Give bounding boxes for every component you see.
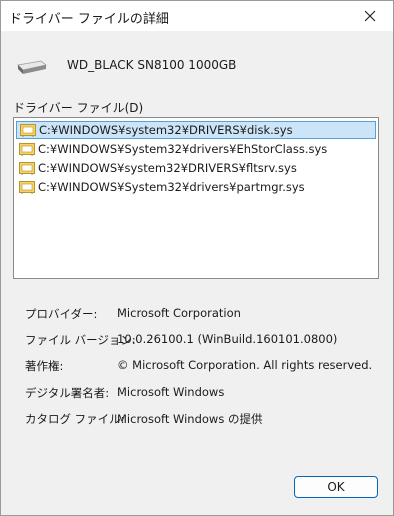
driver-file-icon [19, 143, 35, 156]
property-value: Microsoft Corporation [117, 306, 241, 320]
property-value: Microsoft Windows [117, 385, 225, 399]
driver-file-details-dialog: ドライバー ファイルの詳細 WD_BLACK SN8100 1000GB ドライ… [0, 0, 394, 516]
property-value: © Microsoft Corporation. All rights rese… [117, 358, 373, 372]
property-value: 10.0.26100.1 (WinBuild.160101.0800) [117, 332, 338, 346]
list-item[interactable]: C:¥WINDOWS¥system32¥DRIVERS¥disk.sys [16, 121, 376, 139]
device-name: WD_BLACK SN8100 1000GB [67, 58, 237, 72]
drive-icon [17, 60, 47, 74]
file-path: C:¥WINDOWS¥System32¥drivers¥partmgr.sys [38, 180, 305, 194]
title-bar: ドライバー ファイルの詳細 [1, 1, 393, 31]
list-item[interactable]: C:¥WINDOWS¥System32¥drivers¥partmgr.sys [16, 178, 376, 196]
property-label: 著作権: [25, 359, 64, 373]
close-icon [364, 10, 376, 22]
driver-files-list[interactable]: C:¥WINDOWS¥system32¥DRIVERS¥disk.sys C:¥… [13, 117, 379, 279]
file-path: C:¥WINDOWS¥system32¥DRIVERS¥disk.sys [39, 123, 293, 137]
close-button[interactable] [347, 1, 393, 31]
driver-file-icon [19, 181, 35, 194]
list-item[interactable]: C:¥WINDOWS¥system32¥DRIVERS¥fltsrv.sys [16, 159, 376, 177]
driver-files-label: ドライバー ファイル(D) [13, 101, 144, 115]
file-path: C:¥WINDOWS¥system32¥DRIVERS¥fltsrv.sys [38, 161, 297, 175]
window-title: ドライバー ファイルの詳細 [9, 12, 169, 27]
file-path: C:¥WINDOWS¥System32¥drivers¥EhStorClass.… [38, 142, 328, 156]
driver-file-icon [20, 124, 36, 137]
property-label: カタログ ファイル: [25, 412, 125, 426]
property-label: プロバイダー: [25, 307, 98, 321]
list-item[interactable]: C:¥WINDOWS¥System32¥drivers¥EhStorClass.… [16, 140, 376, 158]
ok-button[interactable]: OK [294, 476, 378, 498]
property-label: デジタル署名者: [25, 386, 110, 400]
property-value: Microsoft Windows の提供 [117, 412, 263, 426]
driver-file-icon [19, 162, 35, 175]
